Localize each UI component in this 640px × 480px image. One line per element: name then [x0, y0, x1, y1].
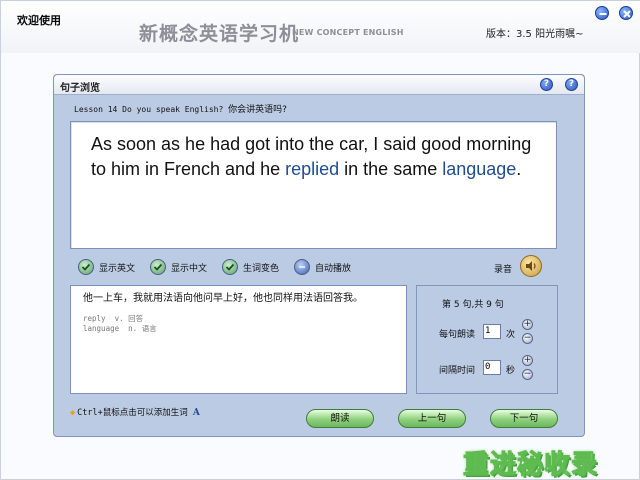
translation-panel: 他一上车，我就用法语向他问早上好，他也同样用法语回答我。 reply v. 回答…	[70, 285, 407, 394]
vocab-item: reply v. 回答	[83, 314, 144, 323]
sentence-text: in the same	[339, 159, 443, 179]
dialog-header: 句子浏览 ? ?	[54, 75, 584, 95]
previous-sentence-button[interactable]: 上一句	[398, 409, 466, 428]
interval-label: 间隔时间	[439, 366, 476, 376]
add-word-hint: ◆ Ctrl+鼠标点击可以添加生词 A	[70, 406, 200, 418]
sentence-text: .	[516, 159, 522, 179]
check-icon[interactable]	[150, 259, 166, 275]
new-word-replied[interactable]: replied	[285, 159, 339, 179]
repeat-decrease-icon[interactable]: −	[522, 333, 533, 344]
title-bar: 欢迎使用 新概念英语学习机 NEW CONCEPT ENGLISH 版本：3.5…	[1, 1, 640, 53]
translation-text: 他一上车，我就用法语向他问早上好，他也同样用法语回答我。	[83, 293, 363, 304]
next-sentence-button[interactable]: 下一句	[490, 409, 558, 428]
app-window: 欢迎使用 新概念英语学习机 NEW CONCEPT ENGLISH 版本：3.5…	[0, 0, 640, 480]
new-word-language[interactable]: language	[442, 159, 516, 179]
check-icon[interactable]	[78, 259, 94, 275]
lesson-title-cn: 你会讲英语吗?	[228, 105, 287, 115]
watermark-logo: 重进秘收录	[462, 450, 599, 480]
app-title-cn: 新概念英语学习机	[139, 23, 300, 45]
lesson-title: Lesson 14 Do you speak English? 你会讲英语吗?	[74, 102, 287, 115]
welcome-label: 欢迎使用	[17, 14, 61, 27]
app-title-en: NEW CONCEPT ENGLISH	[292, 28, 404, 37]
repeat-increase-icon[interactable]: +	[522, 319, 533, 330]
font-a-icon: A	[192, 408, 200, 418]
hint-text: Ctrl+鼠标点击可以添加生词	[77, 408, 188, 418]
repeat-unit: 次	[506, 330, 516, 340]
option-label: 自动播放	[315, 264, 352, 274]
interval-decrease-icon[interactable]: −	[522, 369, 533, 380]
help-icon[interactable]: ?	[540, 78, 553, 91]
vocab-list: reply v. 回答 language n. 语言	[83, 314, 394, 334]
speaker-icon[interactable]	[520, 255, 542, 277]
record-label: 录音	[494, 265, 513, 275]
interval-input[interactable]: 0	[483, 360, 501, 375]
repeat-label: 每句朗读	[439, 330, 476, 340]
playback-settings: 第 5 句,共 9 句 每句朗读 1 次 + − 间隔时间 0 秒 + −	[416, 285, 558, 394]
minimize-icon[interactable]	[595, 6, 609, 20]
info-help-icon[interactable]: ?	[565, 78, 578, 91]
dialog-title: 句子浏览	[60, 83, 100, 94]
sentence-counter: 第 5 句,共 9 句	[442, 300, 504, 310]
version-label: 版本：3.5 阳光雨嘱~	[486, 29, 584, 40]
sentence-browse-dialog: 句子浏览 ? ? Lesson 14 Do you speak English?…	[53, 74, 585, 437]
close-icon[interactable]	[619, 6, 633, 20]
option-label: 显示英文	[99, 264, 136, 274]
lesson-title-en: Lesson 14 Do you speak English?	[74, 105, 224, 114]
interval-increase-icon[interactable]: +	[522, 355, 533, 366]
bullet-icon: ◆	[70, 408, 76, 418]
unchecked-icon[interactable]	[294, 259, 310, 275]
sentence-display: As soon as he had got into the car, I sa…	[70, 121, 557, 249]
interval-unit: 秒	[506, 366, 516, 376]
option-label: 显示中文	[171, 264, 208, 274]
check-icon[interactable]	[222, 259, 238, 275]
option-label: 生词变色	[243, 264, 280, 274]
read-aloud-button[interactable]: 朗读	[306, 409, 374, 428]
vocab-item: language n. 语言	[83, 324, 157, 333]
repeat-count-input[interactable]: 1	[483, 324, 501, 339]
